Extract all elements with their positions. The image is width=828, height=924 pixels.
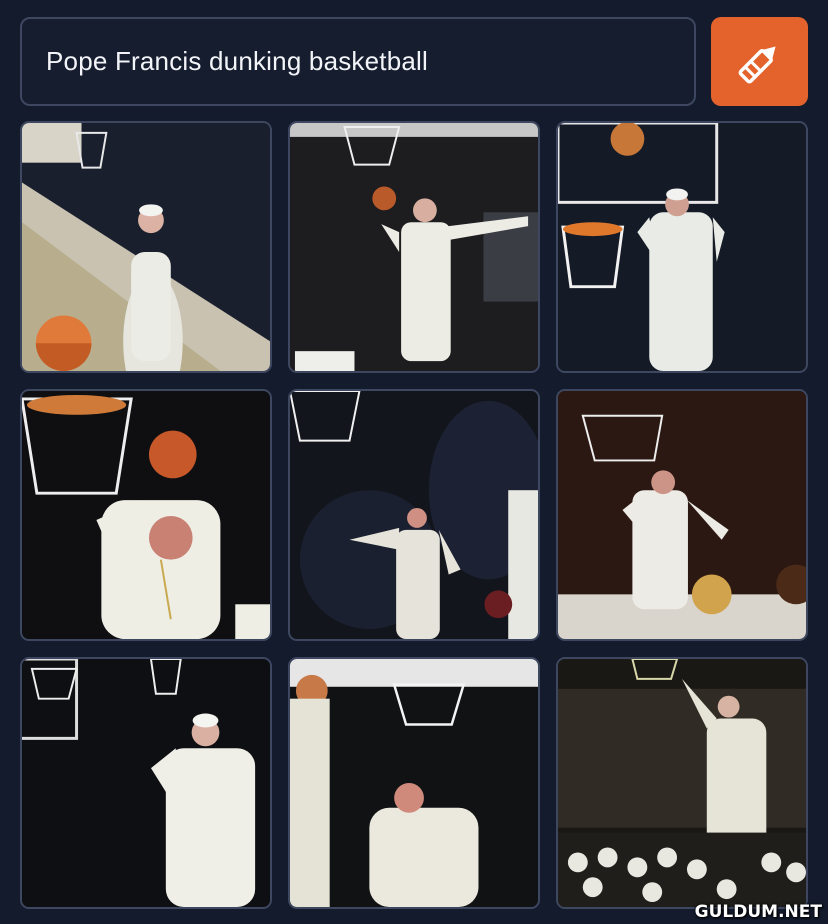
generated-image-6[interactable]: [556, 389, 808, 641]
generated-image-5[interactable]: [288, 389, 540, 641]
generated-image-1[interactable]: [20, 121, 272, 373]
generated-image-9[interactable]: [556, 657, 808, 909]
image-grid: [20, 121, 808, 909]
watermark-text: GULDUM.NET: [694, 902, 822, 922]
generated-image-3[interactable]: [556, 121, 808, 373]
generated-image-7[interactable]: [20, 657, 272, 909]
generated-image-2[interactable]: [288, 121, 540, 373]
prompt-text: Pope Francis dunking basketball: [46, 46, 428, 76]
generated-image-4[interactable]: [20, 389, 272, 641]
generate-button[interactable]: [711, 17, 808, 106]
generated-image-8[interactable]: [288, 657, 540, 909]
crayon-icon: [738, 45, 776, 83]
prompt-input[interactable]: Pope Francis dunking basketball: [20, 17, 696, 106]
